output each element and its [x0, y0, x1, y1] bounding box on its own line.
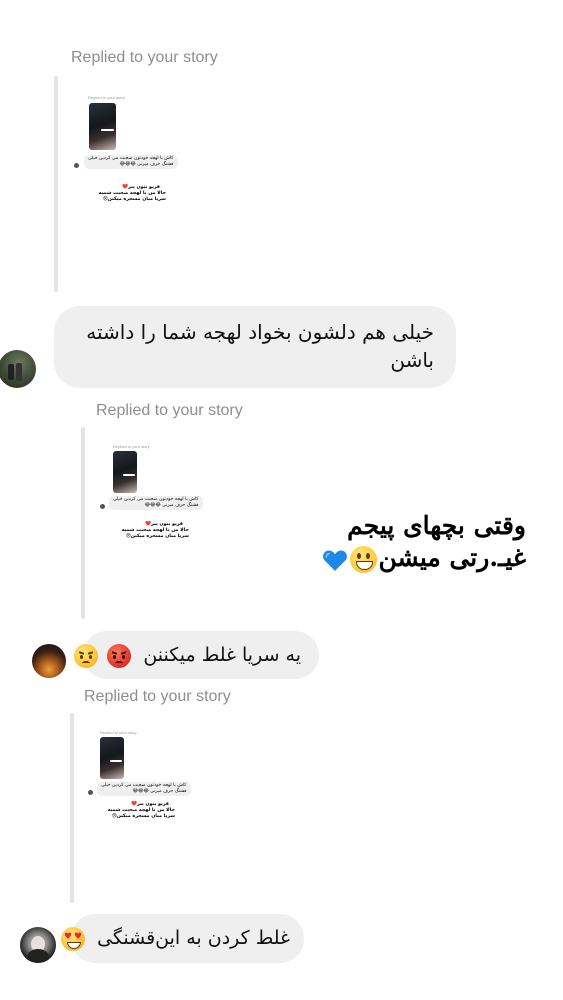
- replied-to-story-label: Replied to your story: [96, 402, 243, 419]
- mini-story-text: فریو بتون ببر❤️ حالا من با لهجه صحبت شمی…: [121, 522, 189, 539]
- blue-heart-icon: [322, 549, 347, 571]
- story-quote-bar: [81, 427, 85, 619]
- message-bubble[interactable]: یه سریا غلط میکننن: [74, 631, 319, 679]
- message-bubble[interactable]: غلط کردن به این‌قشنگی ♥ ♥: [61, 914, 304, 963]
- message-text: غلط کردن به این‌قشنگی: [97, 927, 290, 949]
- mini-reply-bubble: کاش با لهجه خودتون صحبت می کردین خیلی قش…: [109, 496, 203, 510]
- pouting-face-icon: [107, 643, 132, 668]
- avatar[interactable]: [20, 927, 56, 963]
- mini-reply-bubble: کاش با لهجه خودتون صحبت می کردین خیلی قش…: [97, 782, 191, 796]
- mini-reply-bubble: کاش با لهجه خودتون صحبت می کردین خیلی قش…: [84, 155, 178, 169]
- angry-face-icon: [74, 643, 99, 668]
- mini-story-text: فریو بتون ببر❤️ حالا من با لهجه صحبت شمی…: [107, 802, 175, 819]
- story-quote-bar: [54, 76, 58, 292]
- message-text: خیلی هم دلشون بخواد لهجه شما را داشته با…: [86, 320, 434, 372]
- mini-replied-label: Replied to your story: [100, 730, 137, 735]
- story-preview[interactable]: Replied to your story کاش با لهجه خودتون…: [85, 730, 215, 840]
- story-preview[interactable]: Replied to your story کاش با لهجه خودتون…: [70, 95, 210, 215]
- heart-eyes-face-icon: ♥ ♥: [61, 926, 86, 951]
- mini-avatar: [100, 504, 105, 509]
- avatar[interactable]: [0, 350, 36, 388]
- message-bubble[interactable]: خیلی هم دلشون بخواد لهجه شما را داشته با…: [54, 306, 456, 388]
- overlay-line-2: غیـ.رتی میشن: [378, 543, 527, 572]
- story-preview[interactable]: Replied to your story کاش با لهجه خودتون…: [97, 444, 227, 554]
- message-text: یه سریا غلط میکننن: [143, 644, 301, 666]
- avatar[interactable]: [32, 644, 66, 678]
- story-quote-bar: [70, 713, 74, 903]
- mini-story-text: فریو بتون ببر❤️ حالا من با لهجه صحبت شمی…: [98, 185, 166, 202]
- replied-to-story-label: Replied to your story: [71, 49, 218, 66]
- mini-avatar: [74, 163, 79, 168]
- mini-avatar: [88, 790, 93, 795]
- replied-to-story-label: Replied to your story: [84, 688, 231, 705]
- story-thumbnail: [100, 737, 124, 779]
- overlay-line-1: وقتی بچهای پیجم: [347, 511, 526, 540]
- overlay-caption: وقتی بچهای پیجم غیـ.رتی میشن: [322, 510, 527, 574]
- grinning-face-icon: [349, 546, 377, 573]
- story-thumbnail: [89, 103, 116, 150]
- story-thumbnail: [113, 451, 137, 493]
- mini-replied-label: Replied to your story: [113, 444, 150, 449]
- mini-replied-label: Replied to your story: [88, 95, 125, 100]
